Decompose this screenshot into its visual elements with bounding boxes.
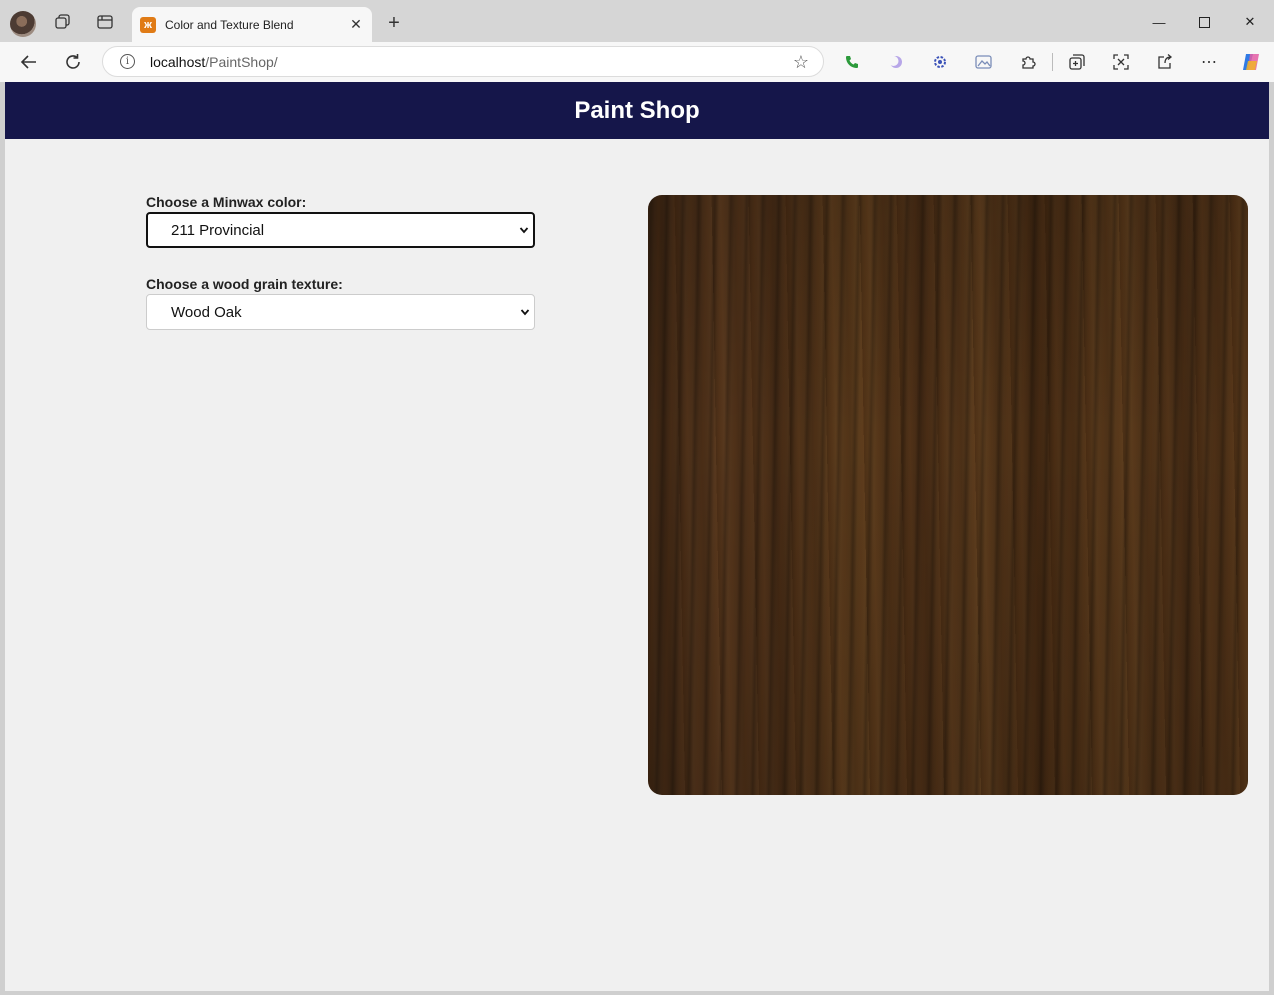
site-info-icon[interactable]: i [120,54,135,69]
wood-texture-preview [648,195,1248,795]
share-icon[interactable] [1153,50,1177,74]
close-tab-icon[interactable]: ✕ [346,15,366,35]
tab-actions-icon[interactable] [93,10,117,34]
new-tab-icon[interactable]: + [382,11,406,35]
workspaces-icon[interactable] [51,10,75,34]
settings-extension-icon[interactable] [928,50,952,74]
color-select-label: Choose a Minwax color: [146,194,307,210]
color-select-value: 211 Provincial [171,221,265,239]
texture-select-value: Wood Oak [171,303,242,321]
moon-extension-icon[interactable] [884,50,908,74]
url-text: localhost/PaintShop/ [150,53,278,70]
browser-toolbar: i localhost/PaintShop/ ☆ ⋯ [0,42,1274,82]
xampp-icon: ж [140,16,156,33]
toolbar-separator [1052,53,1053,71]
screenshot-icon[interactable] [1109,50,1133,74]
phone-extension-icon[interactable] [840,50,864,74]
close-window-icon[interactable]: ✕ [1227,8,1273,36]
favorite-star-icon[interactable]: ☆ [793,52,809,73]
address-bar[interactable]: i localhost/PaintShop/ ☆ [102,46,824,77]
browser-titlebar: ж Color and Texture Blend ✕ + — ✕ [0,0,1274,42]
collections-icon[interactable] [1065,50,1089,74]
tab-active[interactable]: ж Color and Texture Blend ✕ [132,7,372,42]
extensions-puzzle-icon[interactable] [1016,50,1040,74]
more-menu-icon[interactable]: ⋯ [1197,50,1221,74]
maximize-icon[interactable] [1181,8,1227,36]
texture-select[interactable]: Wood Oak [146,294,535,330]
tab-title: Color and Texture Blend [165,17,294,32]
profile-avatar[interactable] [10,11,36,37]
controls-panel: Choose a Minwax color: 211 Provincial Ch… [146,194,536,330]
chevron-down-icon [520,309,530,316]
color-select[interactable]: 211 Provincial [146,212,535,248]
chevron-down-icon [519,227,529,234]
site-header: Paint Shop [5,82,1269,139]
page-title: Paint Shop [574,96,700,124]
image-extension-icon[interactable] [972,50,996,74]
texture-select-label: Choose a wood grain texture: [146,276,343,292]
page-content: Paint Shop Choose a Minwax color: 211 Pr… [5,82,1269,991]
copilot-icon[interactable] [1239,50,1263,74]
minimize-icon[interactable]: — [1136,8,1182,36]
refresh-icon[interactable] [59,48,87,76]
back-icon[interactable] [15,48,43,76]
